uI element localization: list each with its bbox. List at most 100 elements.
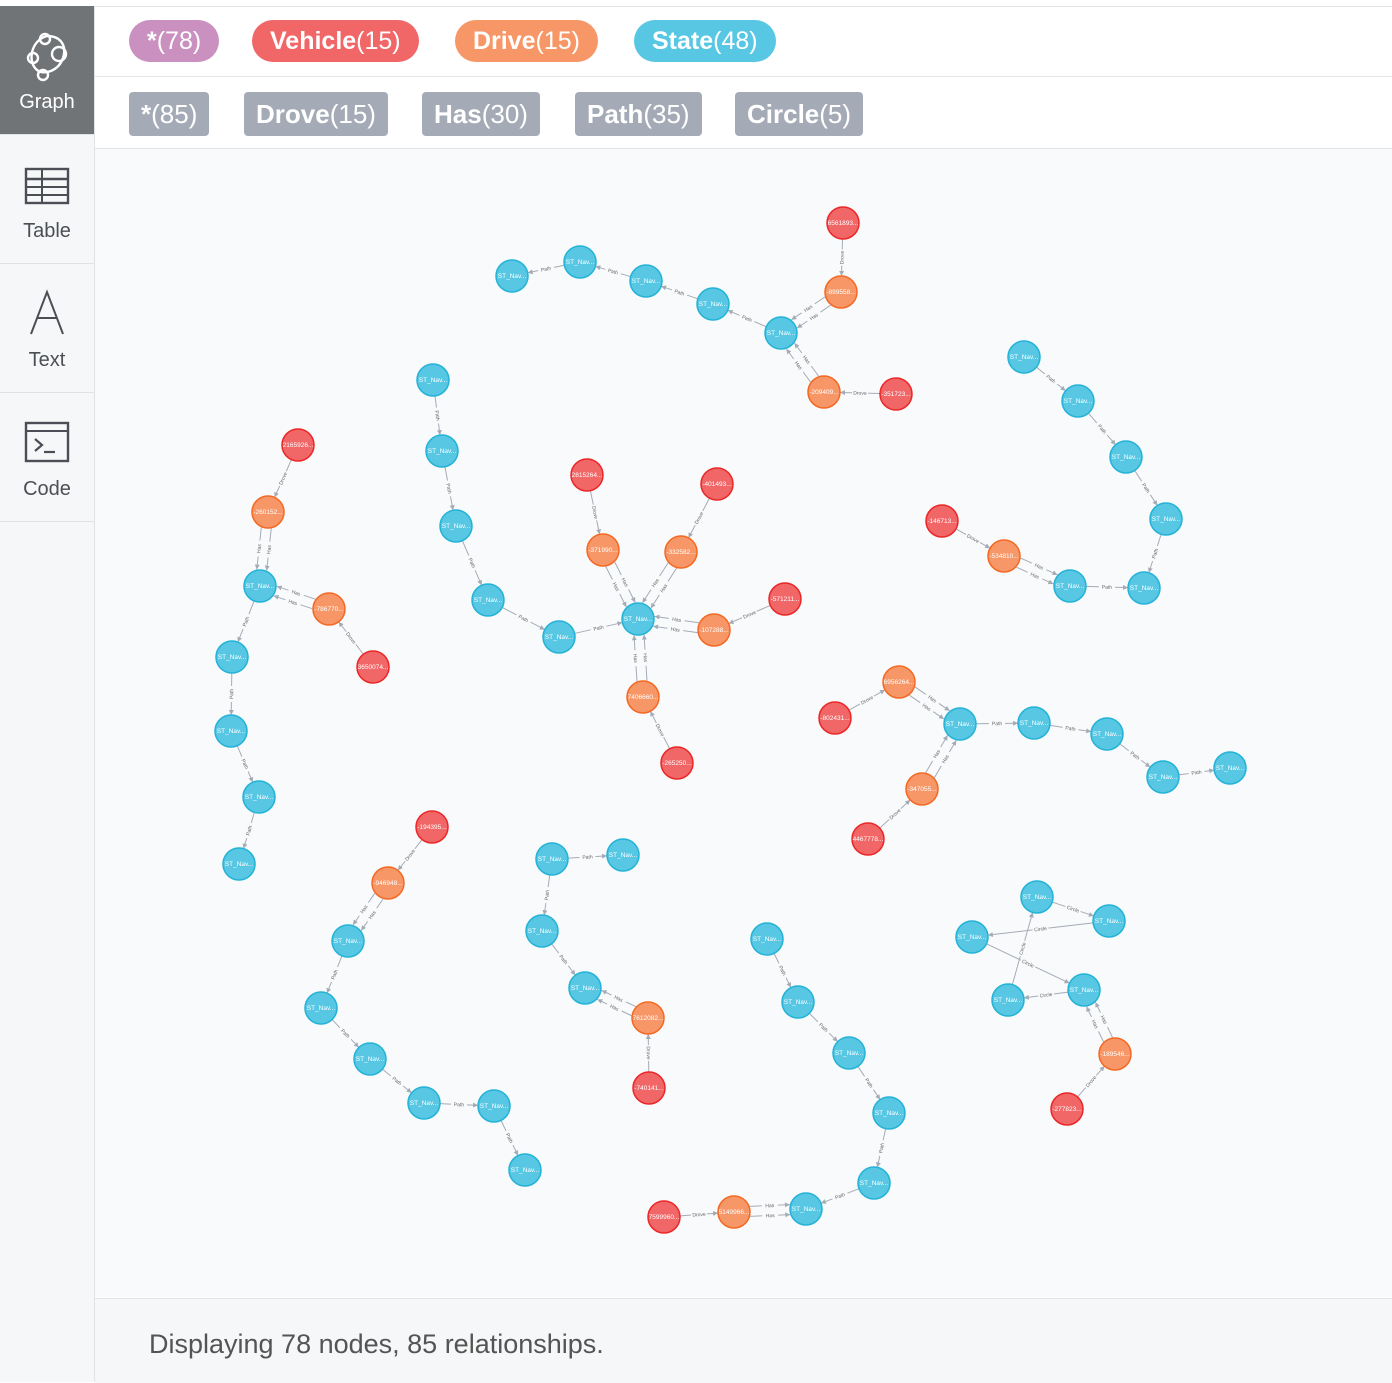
sidebar-item-label: Code [23, 478, 71, 500]
node-caption: ST_Nav... [1020, 720, 1049, 727]
node-caption: ST_Nav... [356, 1056, 385, 1063]
node-caption: -332582... [666, 549, 695, 556]
node-caption: ST_Nav... [753, 936, 782, 943]
table-icon [0, 159, 94, 215]
label-pill-all[interactable]: *(78) [129, 20, 220, 62]
node-caption: -260152... [253, 509, 282, 516]
rel-tag-circle[interactable]: Circle(5) [735, 92, 864, 136]
graph-visualization[interactable]: DroveHasHasPathPathPathPathHasHasDroveDr… [95, 149, 1392, 1297]
sidebar-item-label: Text [28, 349, 66, 371]
sidebar-item-label: Graph [19, 91, 75, 113]
node-caption: ST_Nav... [498, 273, 527, 280]
node-caption: ST_Nav... [1070, 987, 1099, 994]
relationship-label: Path [878, 1142, 886, 1154]
relationship-label: Has [765, 1203, 775, 1209]
rel-tag-all[interactable]: *(85) [129, 92, 210, 136]
node-caption: -209409... [809, 389, 838, 396]
node-caption: -534810... [989, 553, 1018, 560]
node-caption: -571211... [771, 596, 800, 603]
relationship-label: Drove [853, 391, 867, 397]
node-caption: ST_Nav... [528, 928, 557, 935]
relationship-label: Path [544, 889, 551, 900]
relationship-label: Path [1151, 548, 1160, 560]
node-caption: 5149966... [719, 1209, 750, 1216]
relationship-label: Has [632, 654, 639, 664]
relationship-label: Drove [840, 251, 846, 265]
node-caption: ST_Nav... [875, 1110, 904, 1117]
node-caption: 3650074... [358, 664, 389, 671]
node-caption: 7406660... [628, 694, 659, 701]
node-caption: ST_Nav... [1093, 731, 1122, 738]
label-pill-drive[interactable]: Drive(15) [455, 20, 599, 62]
graph-icon [0, 30, 94, 86]
node-caption: ST_Nav... [538, 856, 567, 863]
relationship-label: Drove [278, 471, 289, 486]
relationship-label: Path [229, 689, 235, 700]
relationship-label: Has [266, 544, 273, 554]
node-caption: ST_Nav... [1149, 774, 1178, 781]
relationship-label: Path [1102, 585, 1113, 591]
sidebar-item-label: Table [23, 220, 71, 242]
node-caption: -194395... [417, 824, 446, 831]
relationship-label: Path [582, 854, 593, 861]
node-caption: -786770... [314, 606, 343, 613]
rel-tag-drove[interactable]: Drove(15) [244, 92, 388, 136]
node-caption: ST_Nav... [994, 997, 1023, 1004]
node-caption: ST_Nav... [767, 330, 796, 337]
relationship-label: Has [672, 617, 682, 624]
relationship-label: Circle [1021, 959, 1035, 970]
rel-tag-path[interactable]: Path(35) [575, 92, 702, 136]
relationship-label: Drove [694, 511, 706, 526]
node-caption: 2815264... [572, 472, 603, 479]
node-caption: ST_Nav... [632, 278, 661, 285]
sidebar-item-text[interactable]: Text [0, 264, 94, 393]
node-caption: ST_Nav... [1130, 585, 1159, 592]
node-caption: ST_Nav... [442, 523, 471, 530]
relationship-label: Path [593, 625, 605, 633]
relationship-label: Circle [1066, 905, 1080, 915]
node-caption: ST_Nav... [307, 1005, 336, 1012]
node-caption: ST_Nav... [218, 654, 247, 661]
node-caption: ST_Nav... [1064, 398, 1093, 405]
relationship-label: Path [673, 289, 685, 298]
node-caption: ST_Nav... [1095, 918, 1124, 925]
node-caption: 2165926... [283, 442, 314, 449]
node-caption: ST_Nav... [480, 1103, 509, 1110]
node-caption: 7599960... [649, 1214, 680, 1221]
text-icon [0, 288, 94, 344]
node-caption: ST_Nav... [217, 728, 246, 735]
node-caption: ST_Nav... [419, 377, 448, 384]
node-caption: -107288... [699, 627, 728, 634]
node-caption: ST_Nav... [1216, 765, 1245, 772]
node-caption: ST_Nav... [784, 999, 813, 1006]
relationship-label: Has [642, 653, 649, 663]
label-pill-state[interactable]: State(48) [634, 20, 776, 62]
node-caption: ST_Nav... [1010, 354, 1039, 361]
graph-canvas[interactable]: Drove Has Has Path Path Path Path Has Has Drove Dr… [95, 149, 1392, 1297]
relationship-label: Has [670, 627, 680, 634]
node-caption: ST_Nav... [428, 448, 457, 455]
node-caption: ST_Nav... [1152, 516, 1181, 523]
relationship-label: Path [433, 410, 440, 421]
node-caption: -189546... [1100, 1051, 1129, 1058]
status-bar: Displaying 78 nodes, 85 relationships. [95, 1298, 1392, 1383]
sidebar-item-code[interactable]: Code [0, 393, 94, 522]
node-caption: 6956264... [884, 679, 915, 686]
node-caption: -146713... [927, 518, 956, 525]
relationship-label: Drove [860, 695, 875, 707]
sidebar-item-graph[interactable]: Graph [0, 6, 94, 135]
relationship-label: Path [540, 266, 551, 274]
label-pill-vehicle[interactable]: Vehicle(15) [252, 20, 419, 62]
node-caption: -899558... [826, 289, 855, 296]
node-caption: ST_Nav... [624, 616, 653, 623]
status-text: Displaying 78 nodes, 85 relationships. [149, 1329, 604, 1359]
node-caption: ST_Nav... [699, 301, 728, 308]
rel-tag-has[interactable]: Has(30) [422, 92, 540, 136]
relationship-label: Drove [654, 723, 666, 738]
node-caption: -946948... [373, 880, 402, 887]
sidebar-item-table[interactable]: Table [0, 135, 94, 264]
relationship-label: Circle [1039, 992, 1053, 1000]
node-caption: ST_Nav... [835, 1050, 864, 1057]
node-caption: ST_Nav... [860, 1180, 889, 1187]
node-caption: ST_Nav... [946, 721, 975, 728]
